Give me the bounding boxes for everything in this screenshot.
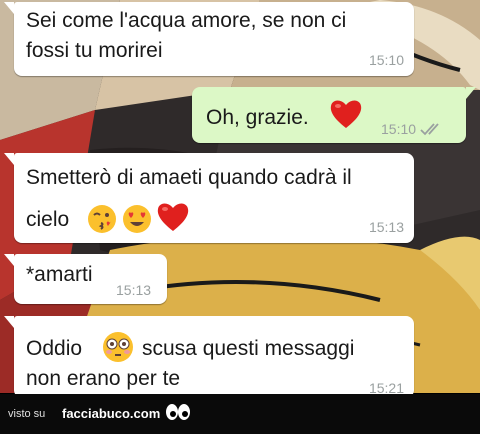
bubble-tail [4, 2, 14, 14]
message-timestamp: 15:10 [368, 52, 404, 68]
message-text: *amarti [26, 263, 93, 286]
incoming-message-bubble[interactable]: Oddio scusa questi messaggi non erano pe… [4, 316, 414, 398]
message-text: Oh, grazie. [206, 106, 309, 129]
message-timestamp: 15:13 [116, 282, 152, 298]
footer-visto-label: visto su [8, 408, 46, 420]
red-heart-icon [156, 201, 190, 238]
read-double-check-icon [420, 122, 446, 141]
message-text: cielo [26, 208, 70, 231]
message-text: Sei come l'acqua amore, se non ci [26, 9, 347, 32]
message-text: scusa questi messaggi [142, 337, 355, 360]
facciabuco-eyes-logo-icon [165, 402, 191, 429]
message-timestamp: 15:13 [368, 219, 404, 235]
message-text: Oddio [26, 337, 83, 360]
incoming-message-bubble[interactable]: Smetterò di amaeti quando cadrà il cielo… [4, 153, 414, 243]
red-heart-icon [329, 98, 363, 135]
incoming-message-bubble[interactable]: *amarti 15:13 [4, 254, 167, 304]
message-text: non erano per te [26, 367, 181, 390]
message-text: Smetterò di amaeti quando cadrà il [26, 166, 352, 189]
bubble-tail [4, 316, 14, 328]
bubble-tail [466, 87, 476, 99]
message-text: fossi tu morirei [26, 39, 163, 62]
heart-eyes-face-icon [121, 203, 153, 240]
watermark-footer: visto su facciabuco.com [0, 394, 480, 434]
footer-brand: facciabuco.com [62, 406, 161, 421]
bubble-tail [4, 254, 14, 266]
message-timestamp: 15:10 [381, 121, 417, 137]
bubble-tail [4, 153, 14, 165]
outgoing-message-bubble[interactable]: Oh, grazie. 15:10 [192, 87, 476, 143]
kissing-face-icon [86, 203, 118, 240]
incoming-message-bubble[interactable]: Sei come l'acqua amore, se non ci fossi … [4, 2, 414, 76]
